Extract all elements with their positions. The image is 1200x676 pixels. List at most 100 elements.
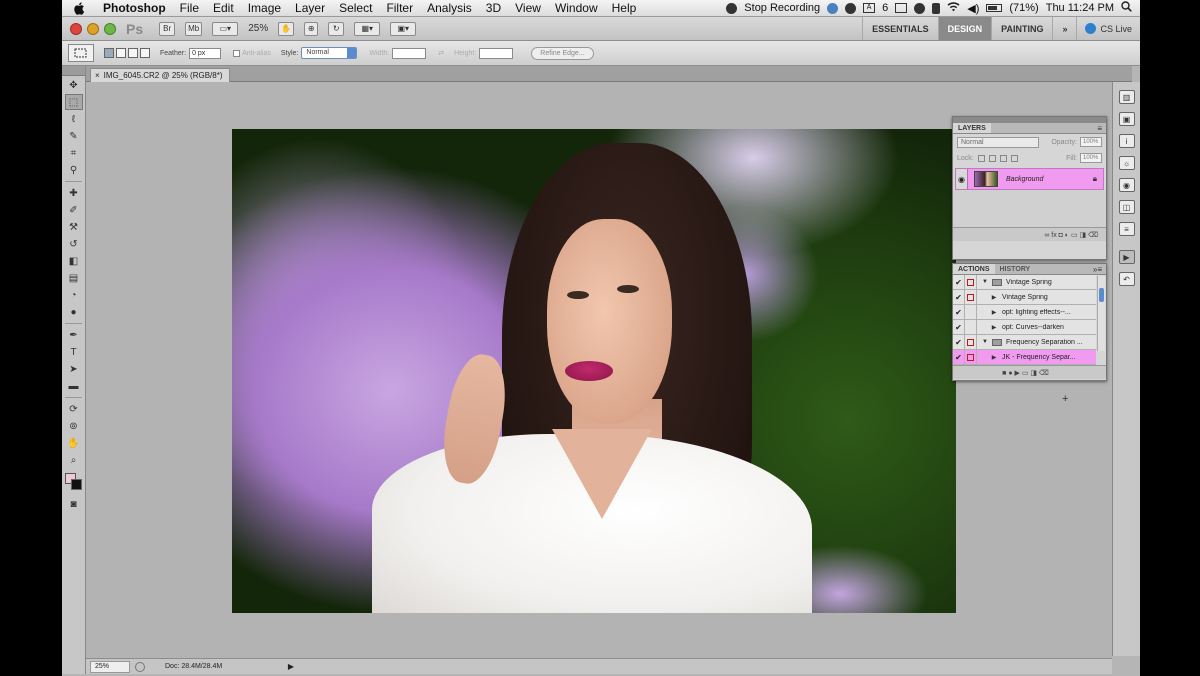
histogram-panel-icon[interactable]: ▥ (1118, 90, 1135, 104)
status-zoom-field[interactable]: 25% (90, 660, 130, 673)
battery-icon[interactable] (986, 4, 1003, 12)
blur-tool-icon[interactable]: ◔ (65, 287, 83, 303)
action-row[interactable]: ✔ ▶ opt: Curves--darken (953, 320, 1096, 335)
quick-selection-tool-icon[interactable]: ✎ (65, 128, 83, 144)
workspace-essentials[interactable]: ESSENTIALS (862, 17, 938, 40)
toggle-item-checkmark[interactable]: ✔ (953, 350, 965, 364)
subtract-from-selection-button[interactable] (128, 48, 138, 58)
lock-position-icon[interactable] (999, 154, 1007, 162)
refine-edge-button[interactable]: Refine Edge... (531, 46, 594, 60)
crop-tool-icon[interactable]: ⌗ (65, 145, 83, 161)
opacity-input[interactable]: 100% (1080, 137, 1102, 147)
more-workspaces-button[interactable]: » (1052, 17, 1076, 40)
dodge-tool-icon[interactable]: ● (65, 304, 83, 320)
toggle-item-checkmark[interactable]: ✔ (953, 335, 965, 349)
toggle-dialog-icon[interactable] (965, 335, 977, 349)
tab-layers[interactable]: LAYERS (953, 123, 991, 133)
display-icon[interactable] (895, 3, 908, 13)
actions-footer-buttons[interactable]: ■ ● ▶ ▭ ◨ ⌫ (953, 365, 1106, 379)
lock-all-icon[interactable] (1010, 154, 1018, 162)
masks-panel-icon[interactable]: ◉ (1118, 178, 1135, 192)
menu-app-name[interactable]: Photoshop (96, 1, 173, 15)
eraser-tool-icon[interactable]: ◧ (65, 253, 83, 269)
lock-image-icon[interactable] (988, 154, 996, 162)
spotlight-icon[interactable] (1121, 1, 1132, 15)
gradient-tool-icon[interactable]: ▤ (65, 270, 83, 286)
action-row-selected[interactable]: ✔ ▶ JK - Frequency Separ... (953, 350, 1096, 365)
channels-panel-icon[interactable]: ≡ (1118, 222, 1135, 236)
tool-preset-picker[interactable] (68, 44, 94, 62)
app-status-icon[interactable] (845, 2, 857, 14)
add-to-selection-button[interactable] (116, 48, 126, 58)
3d-orbit-tool-icon[interactable]: ⊚ (65, 418, 83, 434)
status-menu-arrow[interactable]: ▶ (288, 662, 294, 671)
workspace-painting[interactable]: PAINTING (991, 17, 1052, 40)
tab-history[interactable]: HISTORY (995, 264, 1036, 274)
layer-background[interactable]: ◉ Background 🔒︎ (955, 168, 1104, 190)
pen-tool-icon[interactable]: ✒ (65, 327, 83, 343)
screen-mode-button[interactable]: ▣▾ (390, 21, 417, 36)
cs-live-button[interactable]: CS Live (1076, 17, 1140, 40)
adobe-icon[interactable]: A (863, 3, 876, 13)
navigator-panel-icon[interactable]: ▣ (1118, 112, 1135, 126)
style-select[interactable]: Normal (301, 47, 358, 59)
swap-dimensions-icon[interactable]: ⇄ (438, 49, 444, 57)
new-selection-button[interactable] (104, 48, 114, 58)
menu-window[interactable]: Window (548, 1, 605, 15)
eyedropper-tool-icon[interactable]: ⚲ (65, 162, 83, 178)
expand-triangle-icon[interactable]: ▼ (980, 339, 990, 345)
expand-triangle-icon[interactable]: ▶ (989, 354, 999, 361)
history-brush-tool-icon[interactable]: ↺ (65, 236, 83, 252)
menu-select[interactable]: Select (332, 1, 379, 15)
close-window-button[interactable] (70, 22, 82, 35)
menu-layer[interactable]: Layer (288, 1, 332, 15)
menu-edit[interactable]: Edit (206, 1, 241, 15)
zoom-tool-button[interactable]: ⊕ (304, 21, 319, 36)
intersect-selection-button[interactable] (140, 48, 150, 58)
shape-tool-icon[interactable]: ▬ (65, 378, 83, 394)
panel-menu-icon[interactable]: »≡ (1093, 264, 1106, 274)
expand-triangle-icon[interactable]: ▼ (980, 279, 990, 285)
status-info-icon[interactable] (135, 661, 145, 672)
wifi-icon[interactable] (947, 1, 960, 15)
hand-tool-button[interactable]: ✋ (278, 21, 295, 36)
actions-panel-icon[interactable]: ▶ (1118, 250, 1135, 264)
layers-footer-buttons[interactable]: ∞ fx ◘ ◐ ▭ ◨ ⌫ (953, 227, 1106, 241)
fill-input[interactable]: 100% (1080, 153, 1102, 163)
path-selection-tool-icon[interactable]: ➤ (65, 361, 83, 377)
3d-rotate-tool-icon[interactable]: ⟳ (65, 401, 83, 417)
action-row[interactable]: ✔ ▼ Vintage Spring (953, 275, 1096, 290)
width-input[interactable] (392, 47, 427, 59)
background-color-swatch[interactable] (70, 479, 82, 490)
time-machine-icon[interactable] (914, 2, 926, 14)
document-tab[interactable]: × IMG_6045.CR2 @ 25% (RGB/8*) (90, 68, 230, 82)
menu-3d[interactable]: 3D (479, 1, 508, 15)
blend-mode-select[interactable]: Normal (957, 136, 1039, 148)
apple-icon[interactable] (72, 1, 86, 15)
launch-mini-bridge-button[interactable]: Mb (185, 21, 203, 36)
expand-triangle-icon[interactable]: ▶ (989, 309, 999, 316)
zoom-tool-icon[interactable]: ⌕ (65, 452, 83, 468)
toggle-item-checkmark[interactable]: ✔ (953, 320, 965, 334)
hand-tool-icon[interactable]: ✋ (65, 435, 83, 451)
action-row[interactable]: ✔ ▶ opt: lighting effects--... (953, 305, 1096, 320)
volume-icon[interactable]: ◀) (967, 2, 979, 15)
height-input[interactable] (479, 47, 514, 59)
menu-filter[interactable]: Filter (379, 1, 420, 15)
tools-panel-grip[interactable] (62, 66, 85, 76)
menu-help[interactable]: Help (605, 1, 644, 15)
feather-input[interactable]: 0 px (189, 47, 222, 59)
history-panel-icon[interactable]: ↶ (1118, 272, 1135, 286)
clone-stamp-tool-icon[interactable]: ⚒ (65, 219, 83, 235)
expand-triangle-icon[interactable]: ▶ (989, 324, 999, 331)
actions-scrollbar[interactable] (1097, 276, 1105, 351)
arrange-documents-button[interactable]: ▦▾ (354, 21, 381, 36)
tab-actions[interactable]: ACTIONS (953, 264, 995, 274)
bluetooth-icon[interactable] (932, 2, 941, 14)
healing-brush-tool-icon[interactable]: ✚ (65, 185, 83, 201)
marquee-tool-icon[interactable]: ⬚ (64, 94, 83, 110)
zoom-level-dropdown[interactable]: 25% (248, 23, 268, 34)
toggle-dialog-icon[interactable] (965, 275, 977, 289)
expand-triangle-icon[interactable]: ▶ (989, 294, 999, 301)
view-extras-button[interactable]: ▭▾ (212, 21, 239, 36)
